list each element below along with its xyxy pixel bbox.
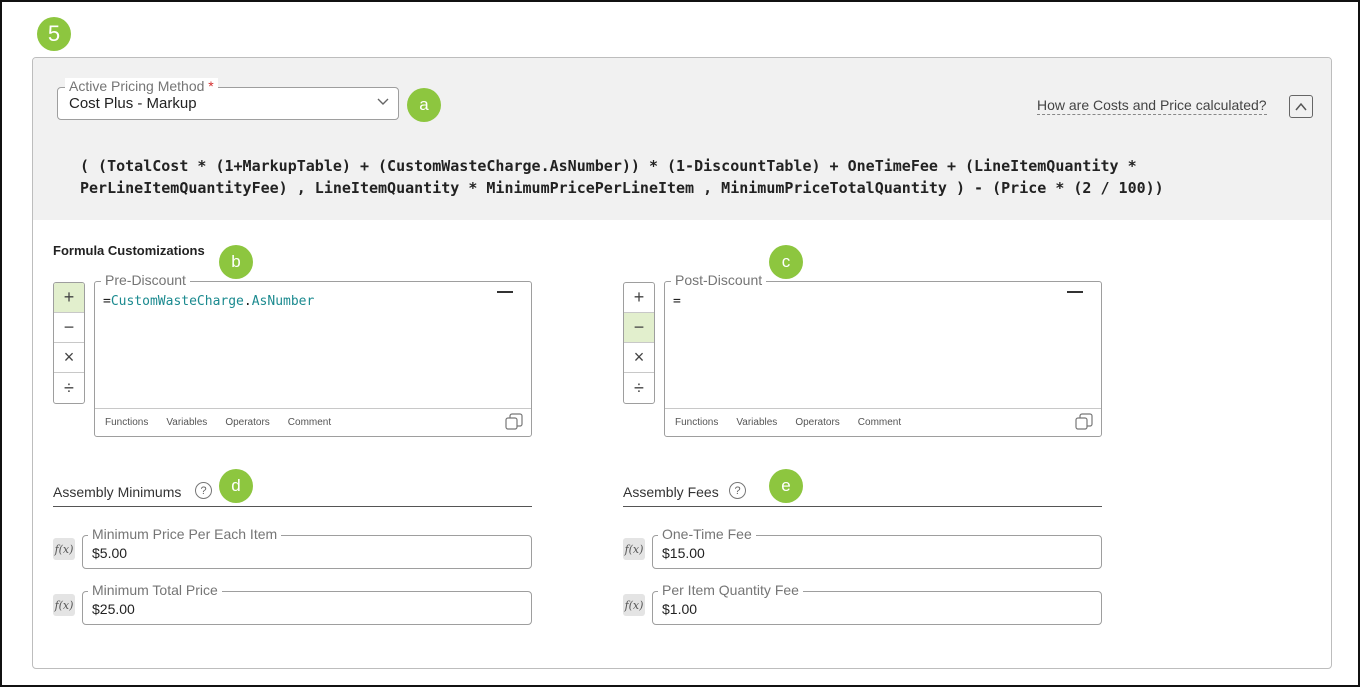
pricing-formula: ( (TotalCost * (1+MarkupTable) + (Custom… <box>80 157 1164 197</box>
badge-e: e <box>769 469 803 503</box>
badge-b: b <box>219 245 253 279</box>
functions-tab[interactable]: Functions <box>675 417 718 428</box>
variables-tab[interactable]: Variables <box>736 417 777 428</box>
pre-discount-formula[interactable]: =CustomWasteCharge.AsNumber <box>103 294 314 309</box>
field-label: Minimum Total Price <box>88 582 222 598</box>
assembly-minimums-title: Assembly Minimums <box>53 484 182 500</box>
function-icon[interactable]: f(x) <box>623 538 645 560</box>
minimum-total-price-field[interactable]: Minimum Total Price $25.00 <box>82 582 532 625</box>
field-value[interactable]: $15.00 <box>662 545 705 561</box>
active-pricing-method-label: Active Pricing Method * <box>65 78 218 94</box>
help-icon[interactable]: ? <box>195 482 212 499</box>
assembly-fees-title: Assembly Fees <box>623 484 719 500</box>
one-time-fee-field[interactable]: One-Time Fee $15.00 <box>652 526 1102 569</box>
step-badge: 5 <box>37 17 71 51</box>
post-discount-formula[interactable]: = <box>673 294 681 309</box>
function-icon[interactable]: f(x) <box>53 538 75 560</box>
operators-tab[interactable]: Operators <box>795 417 839 428</box>
pre-discount-operators: + − × ÷ <box>53 282 85 404</box>
collapse-button[interactable] <box>1289 95 1313 118</box>
comment-tab[interactable]: Comment <box>288 417 331 428</box>
field-label: Minimum Price Per Each Item <box>88 526 282 542</box>
editor-footer: Functions Variables Operators Comment <box>95 408 531 436</box>
variables-tab[interactable]: Variables <box>166 417 207 428</box>
minimize-icon[interactable] <box>1067 291 1083 293</box>
active-pricing-method-value: Cost Plus - Markup <box>69 95 197 112</box>
functions-tab[interactable]: Functions <box>105 417 148 428</box>
copy-icon[interactable] <box>505 413 523 431</box>
divider <box>53 506 532 507</box>
minimize-icon[interactable] <box>497 291 513 293</box>
minimum-price-per-item-field[interactable]: Minimum Price Per Each Item $5.00 <box>82 526 532 569</box>
multiply-operator-button[interactable]: × <box>54 343 84 373</box>
minus-operator-button[interactable]: − <box>624 313 654 343</box>
post-discount-editor[interactable]: Post-Discount = Functions Variables Oper… <box>664 272 1102 437</box>
active-pricing-method-select[interactable]: Active Pricing Method * Cost Plus - Mark… <box>57 78 399 120</box>
field-value[interactable]: $25.00 <box>92 601 135 617</box>
formula-customizations-title: Formula Customizations <box>53 243 205 258</box>
chevron-up-icon <box>1295 102 1307 110</box>
field-value[interactable]: $1.00 <box>662 601 697 617</box>
divide-operator-button[interactable]: ÷ <box>624 373 654 403</box>
badge-a: a <box>407 88 441 122</box>
help-icon[interactable]: ? <box>729 482 746 499</box>
pre-discount-label: Pre-Discount <box>101 272 190 288</box>
minus-operator-button[interactable]: − <box>54 313 84 343</box>
post-discount-label: Post-Discount <box>671 272 767 288</box>
multiply-operator-button[interactable]: × <box>624 343 654 373</box>
badge-c: c <box>769 245 803 279</box>
pre-discount-editor[interactable]: Pre-Discount =CustomWasteCharge.AsNumber… <box>94 272 532 437</box>
divider <box>623 506 1102 507</box>
plus-operator-button[interactable]: + <box>54 283 84 313</box>
field-label: One-Time Fee <box>658 526 756 542</box>
field-label: Per Item Quantity Fee <box>658 582 803 598</box>
pricing-method-panel: Active Pricing Method * Cost Plus - Mark… <box>33 58 1331 220</box>
field-value[interactable]: $5.00 <box>92 545 127 561</box>
per-item-quantity-fee-field[interactable]: Per Item Quantity Fee $1.00 <box>652 582 1102 625</box>
plus-operator-button[interactable]: + <box>624 283 654 313</box>
badge-d: d <box>219 469 253 503</box>
comment-tab[interactable]: Comment <box>858 417 901 428</box>
function-icon[interactable]: f(x) <box>53 594 75 616</box>
function-icon[interactable]: f(x) <box>623 594 645 616</box>
copy-icon[interactable] <box>1075 413 1093 431</box>
pricing-card: Active Pricing Method * Cost Plus - Mark… <box>32 57 1332 669</box>
editor-footer: Functions Variables Operators Comment <box>665 408 1101 436</box>
divide-operator-button[interactable]: ÷ <box>54 373 84 403</box>
chevron-down-icon <box>377 98 389 105</box>
costs-help-link[interactable]: How are Costs and Price calculated? <box>1037 97 1267 115</box>
operators-tab[interactable]: Operators <box>225 417 269 428</box>
post-discount-operators: + − × ÷ <box>623 282 655 404</box>
